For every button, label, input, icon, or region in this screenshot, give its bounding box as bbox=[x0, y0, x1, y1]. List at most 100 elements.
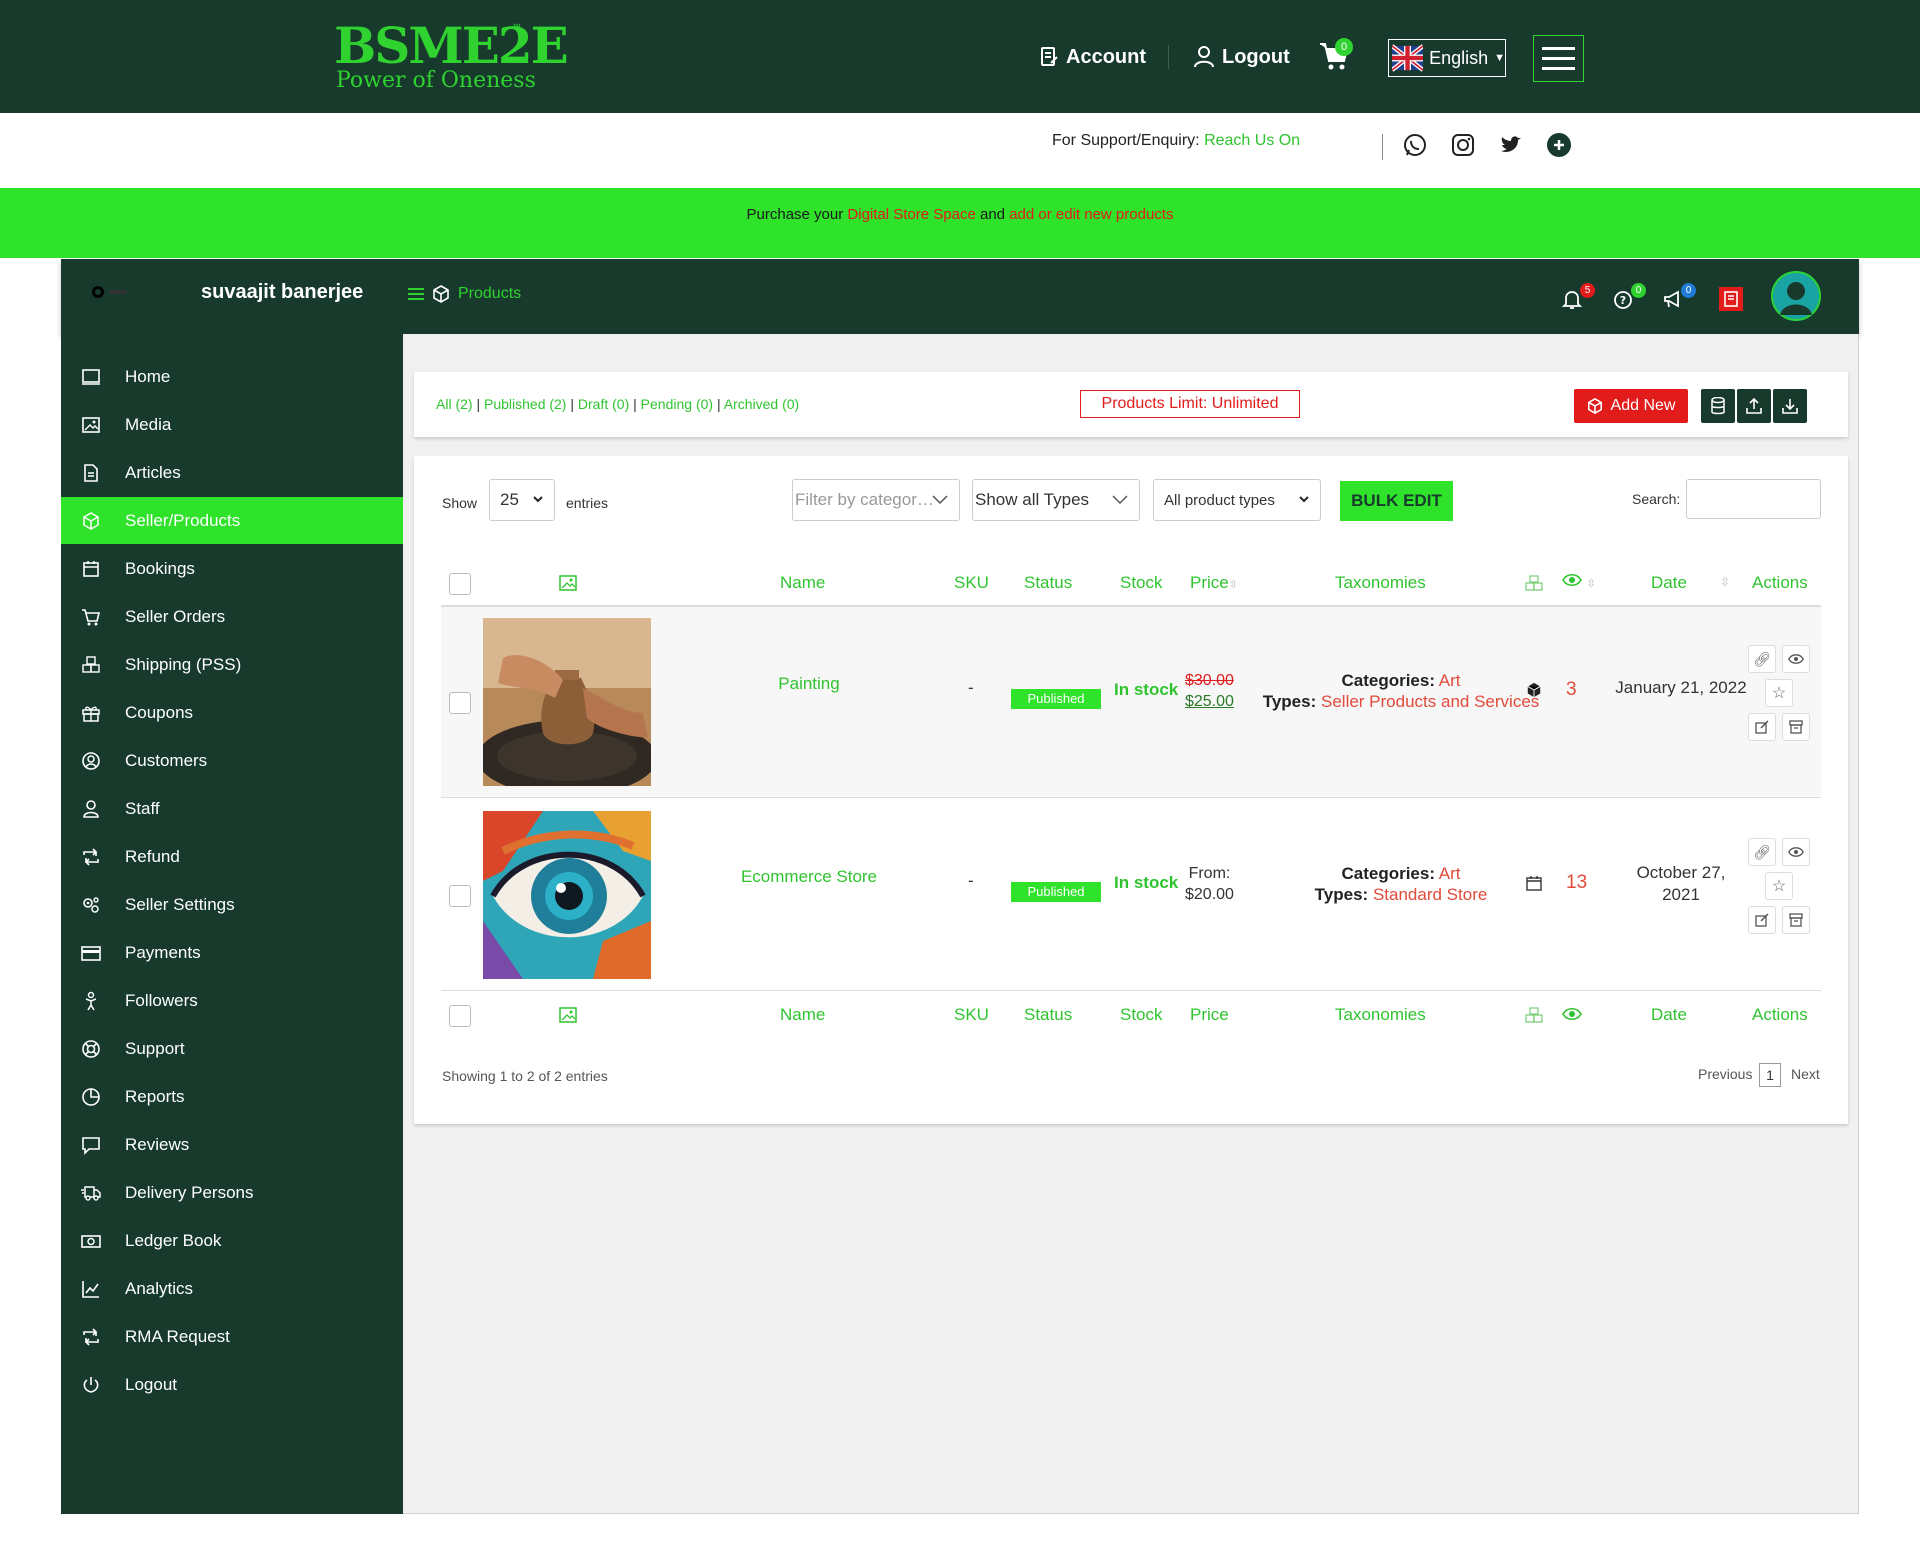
products-toolbar: All (2) | Published (2) | Draft (0) | Pe… bbox=[414, 372, 1848, 437]
sidebar-item-refund[interactable]: Refund bbox=[61, 833, 403, 880]
product-thumbnail-eye[interactable] bbox=[483, 811, 651, 979]
filter-pending-link[interactable]: Pending (0) bbox=[641, 396, 713, 412]
archive-button[interactable] bbox=[1782, 906, 1810, 934]
menu-toggle-icon[interactable] bbox=[408, 287, 424, 301]
sidebar-item-support[interactable]: Support bbox=[61, 1025, 403, 1072]
more-social-icon[interactable] bbox=[1546, 132, 1572, 158]
site-logo[interactable]: BSME2E ™ Power of Oneness bbox=[334, 20, 569, 94]
archive-icon bbox=[1789, 913, 1803, 927]
row-checkbox[interactable] bbox=[449, 692, 471, 714]
announcement-badge: 0 bbox=[1681, 283, 1696, 298]
sidebar-item-ledger-book[interactable]: Ledger Book bbox=[61, 1217, 403, 1264]
col-date[interactable]: Date bbox=[1651, 573, 1687, 593]
archive-button[interactable] bbox=[1782, 713, 1810, 741]
row-checkbox[interactable] bbox=[449, 885, 471, 907]
instagram-icon[interactable] bbox=[1450, 132, 1476, 158]
sidebar-item-followers[interactable]: Followers bbox=[61, 977, 403, 1024]
book-icon[interactable] bbox=[1719, 287, 1743, 311]
sidebar-item-delivery-persons[interactable]: Delivery Persons bbox=[61, 1169, 403, 1216]
sidebar-item-seller-settings[interactable]: Seller Settings bbox=[61, 881, 403, 928]
copy-link-button[interactable]: 🔗︎ bbox=[1748, 645, 1776, 673]
sidebar-item-home[interactable]: Home bbox=[61, 353, 403, 400]
sidebar-item-analytics[interactable]: Analytics bbox=[61, 1265, 403, 1312]
sidebar-item-bookings[interactable]: Bookings bbox=[61, 545, 403, 592]
filter-published-link[interactable]: Published (2) bbox=[484, 396, 567, 412]
product-name-link[interactable]: Ecommerce Store bbox=[689, 867, 929, 887]
monitor-icon bbox=[82, 368, 100, 385]
bulk-edit-button[interactable]: BULK EDIT bbox=[1340, 481, 1453, 521]
sidebar-item-payments[interactable]: Payments bbox=[61, 929, 403, 976]
notification-badge: 5 bbox=[1580, 283, 1595, 298]
filter-archived-link[interactable]: Archived (0) bbox=[724, 396, 799, 412]
edit-button[interactable] bbox=[1748, 713, 1776, 741]
twitter-icon[interactable] bbox=[1498, 132, 1524, 158]
digital-store-link[interactable]: Digital Store Space bbox=[847, 206, 975, 223]
types-label: Types: bbox=[1262, 692, 1317, 711]
sidebar-item-coupons[interactable]: Coupons bbox=[61, 689, 403, 736]
sidebar-item-reports[interactable]: Reports bbox=[61, 1073, 403, 1120]
type-link[interactable]: Seller Products and Services bbox=[1321, 692, 1539, 711]
cart-button[interactable]: 0 bbox=[1318, 38, 1353, 77]
previous-button[interactable]: Previous bbox=[1698, 1066, 1752, 1082]
select-all-checkbox-footer[interactable] bbox=[449, 1005, 471, 1027]
edit-button[interactable] bbox=[1748, 906, 1776, 934]
avatar[interactable] bbox=[1771, 271, 1821, 321]
hamburger-line bbox=[1542, 67, 1575, 70]
filter-all-link[interactable]: All (2) bbox=[436, 396, 473, 412]
copy-link-button[interactable]: 🔗︎ bbox=[1748, 838, 1776, 866]
sidebar-item-staff[interactable]: Staff bbox=[61, 785, 403, 832]
entries-select[interactable]: 25 bbox=[489, 479, 555, 521]
add-new-button[interactable]: Add New bbox=[1574, 389, 1688, 423]
stock-status: In stock bbox=[1114, 680, 1179, 699]
main-content: All (2) | Published (2) | Draft (0) | Pe… bbox=[403, 334, 1859, 1514]
col-price[interactable]: Price⇳ bbox=[1190, 573, 1238, 593]
sidebar-item-logout[interactable]: Logout bbox=[61, 1361, 403, 1408]
search-input[interactable] bbox=[1686, 479, 1821, 519]
product-date: January 21, 2022 bbox=[1615, 678, 1747, 697]
menu-toggle-button[interactable] bbox=[1533, 35, 1584, 82]
col-price-label: Price bbox=[1190, 573, 1229, 592]
type-link[interactable]: Standard Store bbox=[1373, 885, 1487, 904]
feature-button[interactable]: ☆ bbox=[1765, 679, 1793, 707]
filter-draft-link[interactable]: Draft (0) bbox=[578, 396, 629, 412]
col-actions-footer: Actions bbox=[1752, 1005, 1808, 1024]
sidebar-item-shipping-pss[interactable]: Shipping (PSS) bbox=[61, 641, 403, 688]
cogs-icon bbox=[83, 896, 99, 913]
col-name-footer: Name bbox=[780, 1005, 826, 1024]
user-icon bbox=[83, 799, 99, 818]
product-thumbnail-pottery[interactable] bbox=[483, 618, 651, 786]
sidebar-item-customers[interactable]: Customers bbox=[61, 737, 403, 784]
select-all-checkbox[interactable] bbox=[449, 573, 471, 595]
import-button[interactable] bbox=[1773, 389, 1807, 423]
sidebar-item-rma-request[interactable]: RMA Request bbox=[61, 1313, 403, 1360]
view-button[interactable] bbox=[1782, 645, 1810, 673]
feature-button[interactable]: ☆ bbox=[1765, 872, 1793, 900]
sidebar-item-seller-products[interactable]: Seller/Products bbox=[61, 497, 403, 544]
product-name-link[interactable]: Painting bbox=[689, 674, 929, 694]
col-views[interactable]: ⇳ bbox=[1562, 573, 1596, 592]
reach-us-link[interactable]: Reach Us On bbox=[1204, 132, 1300, 149]
sidebar-item-media[interactable]: Media bbox=[61, 401, 403, 448]
sidebar-item-articles[interactable]: Articles bbox=[61, 449, 403, 496]
logout-link[interactable]: Logout bbox=[1194, 42, 1290, 72]
category-link[interactable]: Art bbox=[1439, 671, 1461, 690]
top-navbar: BSME2E ™ Power of Oneness Account Logout… bbox=[0, 0, 1920, 113]
account-link[interactable]: Account bbox=[1040, 42, 1146, 72]
next-button[interactable]: Next bbox=[1791, 1066, 1820, 1082]
export-button[interactable] bbox=[1737, 389, 1771, 423]
product-type-value: All product types bbox=[1164, 491, 1275, 509]
whatsapp-icon[interactable] bbox=[1402, 132, 1428, 158]
sidebar-item-reviews[interactable]: Reviews bbox=[61, 1121, 403, 1168]
language-select[interactable]: English ▼ bbox=[1388, 39, 1506, 77]
product-type-select[interactable]: All product types bbox=[1153, 479, 1321, 521]
category-link[interactable]: Art bbox=[1439, 864, 1461, 883]
product-taxonomies: Categories: Art Types: Seller Products a… bbox=[1246, 670, 1556, 712]
sidebar-item-seller-orders[interactable]: Seller Orders bbox=[61, 593, 403, 640]
category-filter-select[interactable]: Filter by categor… bbox=[792, 479, 960, 521]
add-products-link[interactable]: add or edit new products bbox=[1009, 206, 1173, 223]
types-filter-select[interactable]: Show all Types bbox=[972, 479, 1140, 521]
view-button[interactable] bbox=[1782, 838, 1810, 866]
stock-manager-button[interactable] bbox=[1701, 389, 1735, 423]
col-name[interactable]: Name bbox=[780, 573, 825, 593]
page-1-button[interactable]: 1 bbox=[1759, 1063, 1781, 1087]
